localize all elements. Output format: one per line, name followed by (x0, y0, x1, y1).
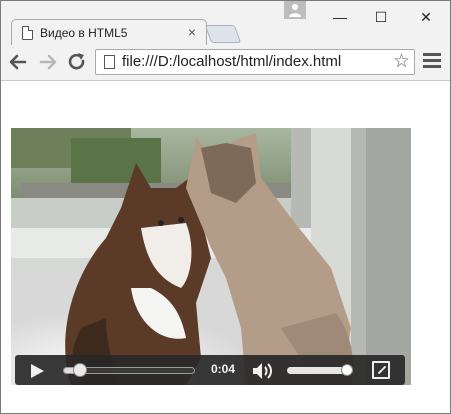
current-time: 0:04 (211, 362, 236, 376)
profile-button[interactable] (284, 1, 306, 19)
close-window-button[interactable]: ✕ (406, 5, 446, 29)
new-tab-button[interactable] (204, 25, 242, 43)
video-controls: 0:04 (15, 355, 405, 385)
volume-thumb[interactable] (341, 364, 353, 376)
address-bar[interactable]: file:///D:/localhost/html/index.html ☆ (95, 49, 415, 75)
tab-close-icon[interactable]: × (188, 24, 196, 40)
volume-icon[interactable] (251, 361, 275, 381)
maximize-button[interactable]: ☐ (361, 5, 401, 29)
play-icon[interactable] (29, 363, 45, 379)
page-icon (22, 26, 33, 40)
minimize-button[interactable]: — (320, 5, 360, 29)
user-icon (289, 4, 301, 17)
video-frame (11, 128, 411, 385)
seek-bar[interactable] (63, 363, 195, 377)
reload-button[interactable] (66, 51, 88, 73)
forward-button[interactable] (37, 51, 59, 73)
browser-toolbar: file:///D:/localhost/html/index.html ☆ (1, 45, 450, 81)
seek-thumb[interactable] (72, 363, 87, 377)
fullscreen-icon[interactable] (372, 361, 390, 379)
page-icon (104, 55, 115, 69)
hamburger-menu-icon[interactable] (423, 53, 441, 71)
browser-window: Видео в HTML5 × — ☐ ✕ file:///D:/localho… (0, 0, 451, 414)
forward-arrow-icon (39, 54, 57, 70)
reload-icon (68, 53, 85, 70)
title-bar: Видео в HTML5 × — ☐ ✕ (1, 1, 450, 46)
tab-title: Видео в HTML5 (40, 26, 128, 40)
tab-video-html5[interactable]: Видео в HTML5 × (11, 19, 207, 46)
bookmark-star-icon[interactable]: ☆ (393, 51, 410, 73)
back-button[interactable] (7, 51, 29, 73)
url-text[interactable]: file:///D:/localhost/html/index.html (122, 53, 341, 70)
back-arrow-icon (9, 54, 27, 70)
video-player[interactable] (11, 128, 411, 385)
volume-slider[interactable] (287, 364, 353, 376)
